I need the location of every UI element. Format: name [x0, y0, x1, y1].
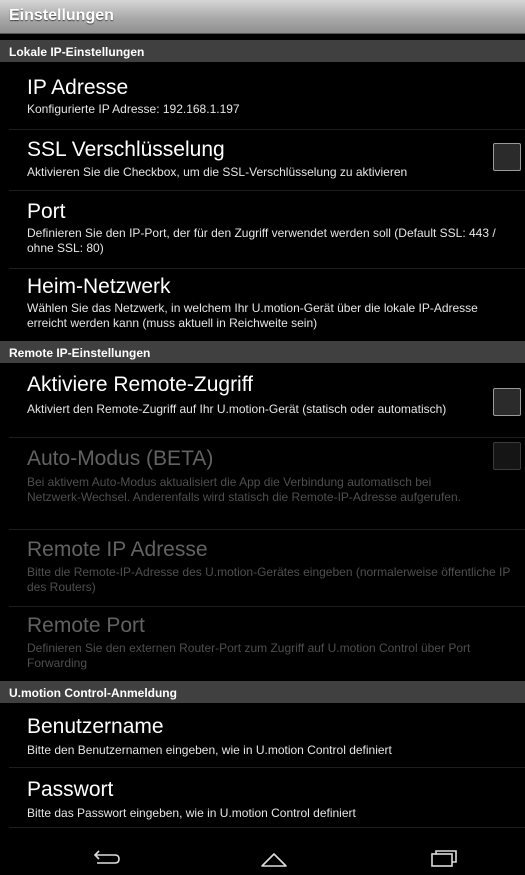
system-navigation-bar	[0, 838, 525, 874]
ssl-checkbox[interactable]	[493, 143, 521, 171]
setting-remote-access[interactable]: Aktiviere Remote-Zugriff Aktiviert den R…	[0, 373, 525, 435]
back-icon[interactable]	[85, 846, 125, 870]
setting-summary: Konfigurierte IP Adresse: 192.168.1.197	[27, 102, 240, 116]
setting-title: Aktiviere Remote-Zugriff	[27, 373, 254, 396]
setting-summary: Bitte die Remote-IP-Adresse des U.motion…	[27, 565, 511, 594]
divider	[9, 129, 525, 130]
setting-title: Remote Port	[27, 614, 145, 637]
setting-summary: Definieren Sie den externen Router-Port …	[27, 641, 471, 670]
setting-title: IP Adresse	[27, 76, 129, 99]
setting-title: Benutzername	[27, 715, 164, 738]
divider	[9, 190, 525, 191]
setting-summary: Bei aktivem Auto-Modus aktualisiert die …	[27, 475, 461, 504]
setting-port[interactable]: Port Definieren Sie den IP-Port, der für…	[0, 200, 525, 262]
setting-summary: Definieren Sie den IP-Port, der für den …	[27, 226, 496, 255]
recent-apps-icon[interactable]	[423, 846, 463, 870]
setting-username[interactable]: Benutzername Bitte den Benutzernamen ein…	[0, 715, 525, 763]
divider	[9, 437, 525, 438]
setting-title: SSL Verschlüsselung	[27, 138, 225, 161]
divider	[9, 606, 525, 607]
setting-summary: Bitte den Benutzernamen eingeben, wie in…	[27, 743, 392, 757]
divider	[9, 767, 525, 768]
auto-mode-checkbox[interactable]	[493, 442, 521, 470]
app-title-bar: Einstellungen	[0, 0, 525, 34]
section-header-local-ip: Lokale IP-Einstellungen	[0, 40, 525, 62]
setting-summary: Aktiviert den Remote-Zugriff auf Ihr U.m…	[27, 402, 447, 416]
home-icon[interactable]	[254, 846, 294, 870]
setting-title: Heim-Netzwerk	[27, 275, 171, 298]
setting-auto-mode[interactable]: Auto-Modus (BETA) Bei aktivem Auto-Modus…	[0, 447, 525, 504]
page-title: Einstellungen	[9, 7, 114, 24]
remote-access-checkbox[interactable]	[493, 388, 521, 416]
divider	[9, 827, 525, 828]
setting-summary: Aktivieren Sie die Checkbox, um die SSL-…	[27, 165, 408, 179]
setting-summary: Wählen Sie das Netzwerk, in welchem Ihr …	[27, 301, 478, 330]
setting-remote-ip-address[interactable]: Remote IP Adresse Bitte die Remote-IP-Ad…	[0, 538, 525, 600]
setting-home-network[interactable]: Heim-Netzwerk Wählen Sie das Netzwerk, i…	[0, 275, 525, 337]
setting-title: Port	[27, 200, 66, 223]
divider	[9, 268, 525, 269]
setting-title: Passwort	[27, 778, 114, 801]
section-header-umotion-login: U.motion Control-Anmeldung	[0, 681, 525, 703]
setting-title: Remote IP Adresse	[27, 538, 208, 561]
setting-ssl-encryption[interactable]: SSL Verschlüsselung Aktivieren Sie die C…	[0, 138, 525, 186]
setting-remote-port[interactable]: Remote Port Definieren Sie den externen …	[0, 614, 525, 676]
setting-password[interactable]: Passwort Bitte das Passwort eingeben, wi…	[0, 778, 525, 826]
divider	[9, 529, 525, 530]
setting-ip-address[interactable]: IP Adresse Konfigurierte IP Adresse: 192…	[0, 76, 525, 124]
setting-summary: Bitte das Passwort eingeben, wie in U.mo…	[27, 806, 356, 820]
setting-title: Auto-Modus (BETA)	[27, 447, 214, 470]
section-header-remote-ip: Remote IP-Einstellungen	[0, 341, 525, 363]
